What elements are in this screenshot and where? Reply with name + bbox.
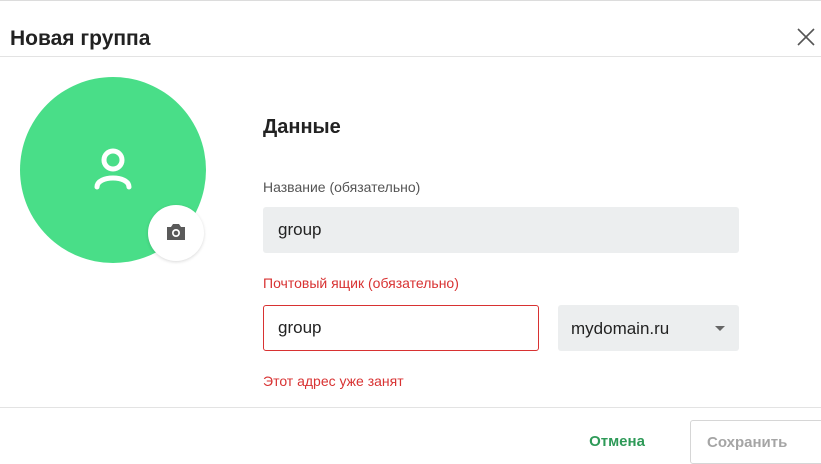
mailbox-label: Почтовый ящик (обязательно)	[263, 275, 459, 291]
save-button[interactable]: Сохранить	[690, 420, 821, 464]
mailbox-error: Этот адрес уже занят	[263, 373, 404, 389]
mailbox-input[interactable]	[263, 305, 539, 351]
footer-divider	[0, 407, 821, 408]
close-icon[interactable]	[794, 25, 818, 49]
camera-icon	[167, 224, 185, 240]
person-icon	[93, 147, 133, 191]
domain-select[interactable]: mydomain.ru	[558, 305, 739, 351]
new-group-dialog: Новая группа Данные Название (обязательн…	[0, 0, 821, 464]
upload-photo-button[interactable]	[148, 205, 204, 261]
section-title: Данные	[263, 116, 341, 138]
domain-value: mydomain.ru	[571, 319, 670, 338]
cancel-button[interactable]: Отмена	[562, 420, 672, 464]
dialog-header: Новая группа	[0, 0, 821, 82]
name-label: Название (обязательно)	[263, 179, 421, 195]
dialog-title: Новая группа	[10, 27, 151, 50]
chevron-down-icon	[715, 326, 725, 331]
header-divider	[0, 56, 821, 57]
name-input[interactable]	[263, 207, 739, 253]
